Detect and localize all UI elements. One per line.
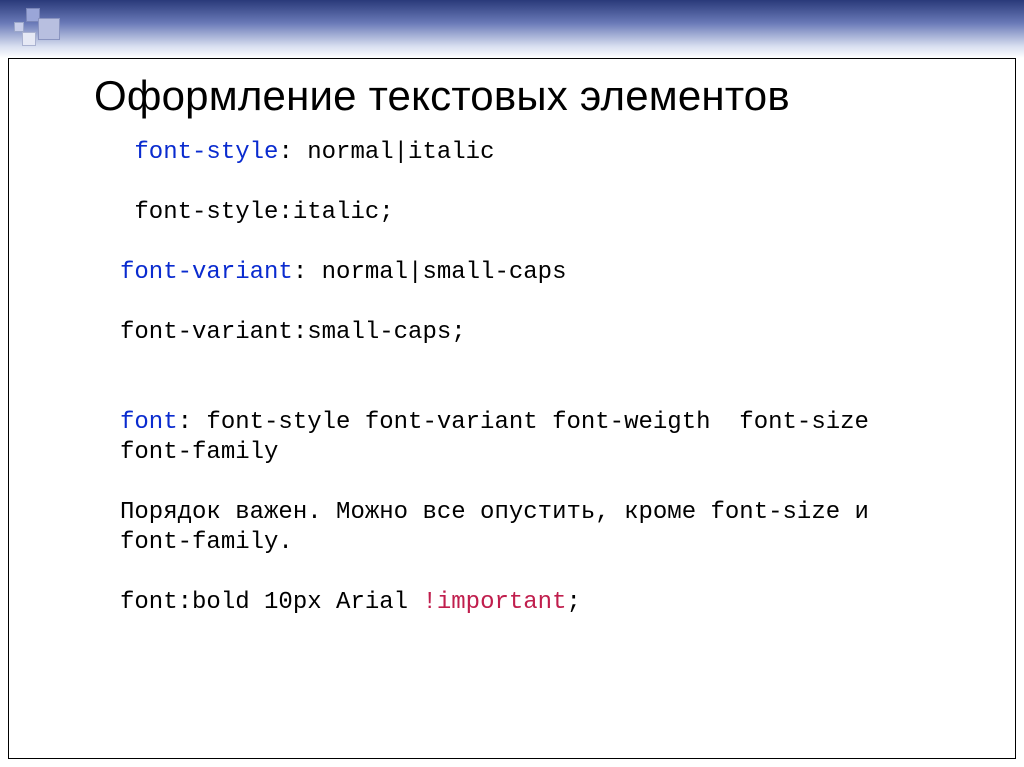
prop-name: font bbox=[120, 409, 178, 436]
code-line: Порядок важен. Можно все опустить, кроме… bbox=[120, 499, 883, 556]
corner-squares-icon bbox=[12, 6, 66, 60]
code-line: font: font-style font-variant font-weigt… bbox=[120, 409, 883, 466]
code-line: font-variant:small-caps; bbox=[120, 319, 466, 346]
code-line: font-variant: normal|small-caps bbox=[120, 259, 566, 286]
prop-values: : font-style font-variant font-weigth fo… bbox=[120, 409, 883, 466]
code-line: font-style: normal|italic bbox=[120, 139, 494, 166]
header-gradient bbox=[0, 0, 1024, 58]
code-line: font-style:italic; bbox=[120, 199, 394, 226]
semicolon: ; bbox=[566, 589, 580, 616]
prop-name: font-variant bbox=[120, 259, 293, 286]
code-line: font:bold 10px Arial !important; bbox=[120, 589, 581, 616]
font-example: font:bold 10px Arial bbox=[120, 589, 422, 616]
prop-name: font-style bbox=[134, 139, 278, 166]
prop-values: : normal|small-caps bbox=[293, 259, 567, 286]
important-flag: !important bbox=[422, 589, 566, 616]
prop-values: : normal|italic bbox=[278, 139, 494, 166]
slide-title: Оформление текстовых элементов bbox=[94, 72, 790, 120]
code-block: font-style: normal|italic font-style:ita… bbox=[120, 138, 910, 618]
